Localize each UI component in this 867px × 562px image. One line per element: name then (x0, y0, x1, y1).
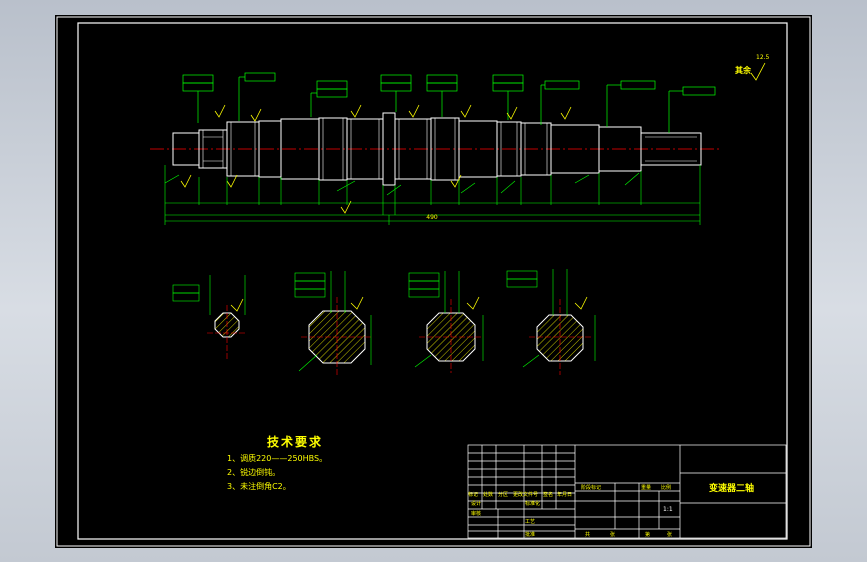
tb-label-total: 共 (585, 531, 590, 538)
tb-label-stage-mark: 阶段标记 (581, 484, 601, 491)
tb-label-approve: 批准 (525, 531, 535, 538)
drawing-title: 变速器二轴 (709, 482, 754, 494)
roughness-value: 12.5 (756, 54, 770, 61)
title-block-text: 标记 处数 分区 更改文件号 签名 年月日 设计 标准化 阶段标记 重量 比例 … (468, 482, 754, 538)
tb-label-change-doc: 更改文件号 (513, 491, 538, 498)
technical-requirements: 技术要求 1、调质220——250HBS。 2、锐边倒钝。 3、未注倒角C2。 (227, 434, 327, 491)
tb-label-sheets-2: 张 (667, 531, 672, 538)
tb-label-count: 处数 (483, 491, 493, 498)
shaft-main-view: 490 其余 12.5 (150, 54, 770, 225)
tech-req-item-2: 2、锐边倒钝。 (227, 467, 280, 477)
tb-label-signature: 签名 (543, 491, 553, 498)
section-view-2 (294, 271, 373, 375)
tech-req-item-1: 1、调质220——250HBS。 (227, 453, 327, 463)
tolerance-frames (182, 72, 716, 133)
tb-label-mark: 标记 (468, 491, 478, 498)
tb-label-zone: 分区 (498, 491, 508, 498)
roughness-symbols (180, 62, 766, 214)
tb-label-sheets-1: 张 (610, 531, 615, 538)
drawing-sheet[interactable]: 490 其余 12.5 技术要求 1、调质220——250HBS。 2、锐边倒钝… (55, 15, 812, 548)
tb-label-sheet-no: 第 (645, 531, 650, 538)
tech-req-heading: 技术要求 (267, 434, 323, 449)
tb-label-scale: 比例 (661, 484, 671, 491)
tech-req-item-3: 3、未注倒角C2。 (227, 481, 291, 491)
roughness-note: 其余 (735, 65, 752, 75)
cad-viewer-canvas[interactable]: 490 其余 12.5 技术要求 1、调质220——250HBS。 2、锐边倒钝… (0, 0, 867, 562)
tb-label-design: 设计 (471, 500, 481, 507)
cad-drawing: 490 其余 12.5 技术要求 1、调质220——250HBS。 2、锐边倒钝… (56, 16, 811, 547)
tb-scale-value: 1:1 (663, 506, 673, 513)
section-view-3 (408, 271, 484, 373)
tb-label-standardization: 标准化 (525, 500, 540, 507)
section-view-4 (506, 269, 596, 375)
outer-border (56, 16, 811, 547)
tb-label-weight: 重量 (641, 484, 651, 491)
tb-label-review: 审核 (471, 510, 481, 517)
overall-length-label: 490 (426, 214, 438, 221)
tb-label-date: 年月日 (557, 491, 572, 498)
section-view-1 (172, 275, 247, 361)
tb-label-process: 工艺 (525, 519, 535, 525)
